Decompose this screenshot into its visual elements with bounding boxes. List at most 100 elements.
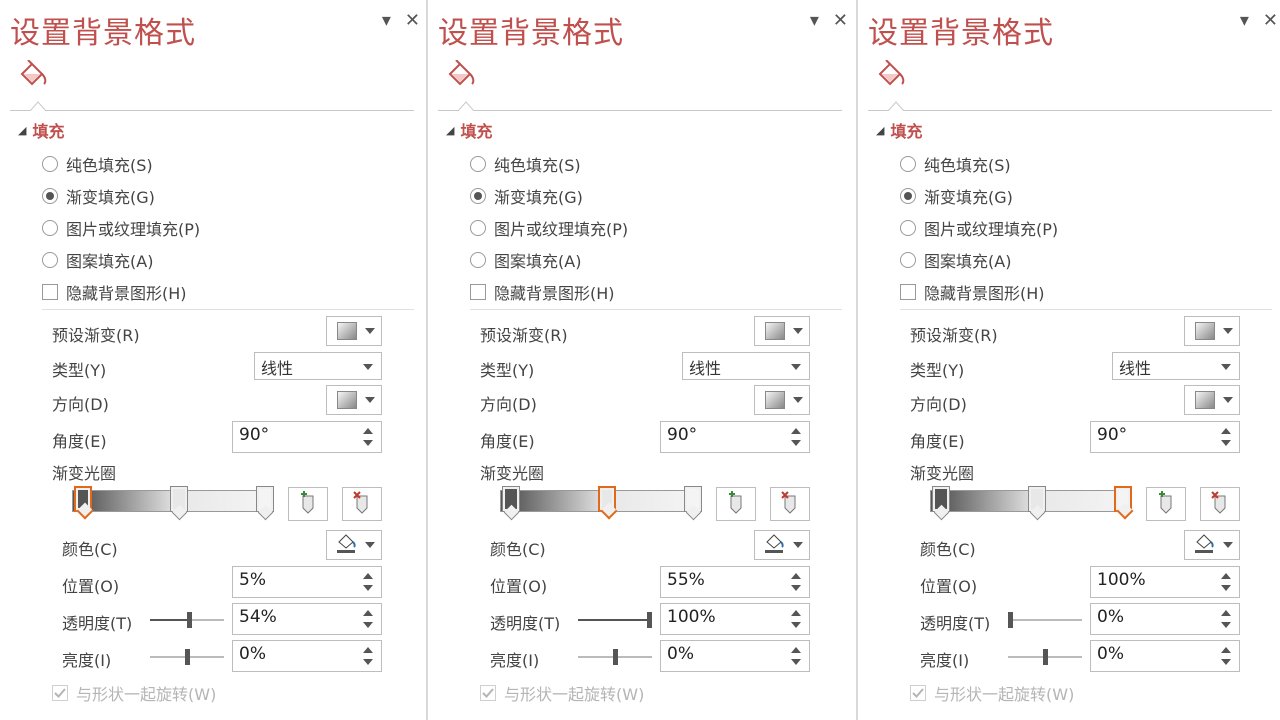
gradient-stop-handle[interactable] [598,486,616,512]
slider-thumb[interactable] [1008,612,1013,628]
collapse-triangle-icon[interactable]: ◢ [876,124,884,137]
color-picker-button[interactable] [754,530,810,560]
position-spinner[interactable]: 100% [1090,566,1240,598]
gradient-stops-bar[interactable] [492,486,702,520]
radio-button[interactable] [470,156,486,172]
spin-down-icon[interactable] [363,440,373,446]
preset-gradient-dropdown[interactable] [1184,316,1240,346]
hide-background-checkbox[interactable]: 隐藏背景图形(H) [900,280,1045,304]
direction-dropdown[interactable] [326,385,382,415]
paint-bucket-icon[interactable] [444,59,478,90]
collapse-triangle-icon[interactable]: ◢ [18,124,26,137]
chevron-down-icon[interactable]: ▾ [382,10,391,31]
spin-up-icon[interactable] [363,573,373,579]
paint-bucket-icon[interactable] [16,59,50,90]
radio-button[interactable] [470,188,486,204]
brightness-spinner[interactable]: 0% [660,640,810,672]
spin-down-icon[interactable] [1221,585,1231,591]
checkbox[interactable] [470,284,486,300]
direction-dropdown[interactable] [754,385,810,415]
radio-button[interactable] [42,156,58,172]
fill-option-radio[interactable]: 纯色填充(S) [470,152,581,176]
spin-down-icon[interactable] [791,622,801,628]
radio-button[interactable] [42,188,58,204]
spin-up-icon[interactable] [363,428,373,434]
chevron-down-icon[interactable]: ▾ [1240,10,1249,31]
fill-option-radio[interactable]: 图案填充(A) [42,248,153,272]
radio-button[interactable] [900,220,916,236]
color-picker-button[interactable] [1184,530,1240,560]
rotate-with-shape-checkbox[interactable]: 与形状一起旋转(W) [52,681,216,705]
fill-section-header[interactable]: ◢ 填充 [876,118,922,142]
spin-up-icon[interactable] [1221,610,1231,616]
checkbox[interactable] [910,685,926,701]
fill-option-radio[interactable]: 纯色填充(S) [42,152,153,176]
remove-gradient-stop-button[interactable] [770,487,810,521]
radio-button[interactable] [470,252,486,268]
position-spinner[interactable]: 55% [660,566,810,598]
fill-section-header[interactable]: ◢ 填充 [18,118,64,142]
checkbox[interactable] [42,284,58,300]
fill-option-radio[interactable]: 图片或纹理填充(P) [470,216,628,240]
collapse-triangle-icon[interactable]: ◢ [446,124,454,137]
brightness-spinner[interactable]: 0% [232,640,382,672]
color-picker-button[interactable] [326,530,382,560]
slider-thumb[interactable] [647,612,652,628]
fill-option-radio[interactable]: 渐变填充(G) [42,184,155,208]
radio-button[interactable] [900,188,916,204]
slider-thumb[interactable] [1043,649,1048,665]
brightness-spinner[interactable]: 0% [1090,640,1240,672]
close-icon[interactable]: ✕ [1263,10,1278,31]
remove-gradient-stop-button[interactable] [1200,487,1240,521]
spin-up-icon[interactable] [791,647,801,653]
spin-down-icon[interactable] [1221,659,1231,665]
transparency-spinner[interactable]: 54% [232,603,382,635]
spin-down-icon[interactable] [363,622,373,628]
spin-up-icon[interactable] [363,647,373,653]
fill-option-radio[interactable]: 图案填充(A) [470,248,581,272]
transparency-spinner[interactable]: 100% [660,603,810,635]
radio-button[interactable] [42,252,58,268]
type-select[interactable]: 线性 [254,352,382,380]
spin-down-icon[interactable] [363,659,373,665]
checkbox[interactable] [900,284,916,300]
transparency-slider[interactable] [578,612,652,628]
gradient-stop-handle[interactable] [684,486,702,512]
spin-down-icon[interactable] [1221,622,1231,628]
fill-option-radio[interactable]: 图片或纹理填充(P) [42,216,200,240]
close-icon[interactable]: ✕ [833,10,848,31]
gradient-stop-handle[interactable] [1114,486,1132,512]
fill-option-radio[interactable]: 渐变填充(G) [900,184,1013,208]
fill-option-radio[interactable]: 图片或纹理填充(P) [900,216,1058,240]
gradient-stop-handle[interactable] [170,486,188,512]
spin-up-icon[interactable] [1221,573,1231,579]
gradient-stops-bar[interactable] [64,486,274,520]
gradient-stop-handle[interactable] [1028,486,1046,512]
spin-up-icon[interactable] [791,573,801,579]
slider-thumb[interactable] [185,649,190,665]
gradient-stop-handle[interactable] [932,486,950,512]
brightness-slider[interactable] [1008,649,1082,665]
chevron-down-icon[interactable]: ▾ [810,10,819,31]
brightness-slider[interactable] [578,649,652,665]
spin-up-icon[interactable] [1221,428,1231,434]
transparency-slider[interactable] [150,612,224,628]
fill-option-radio[interactable]: 渐变填充(G) [470,184,583,208]
add-gradient-stop-button[interactable] [716,487,756,521]
spin-down-icon[interactable] [363,585,373,591]
checkbox[interactable] [52,685,68,701]
gradient-stop-handle[interactable] [74,486,92,512]
spin-up-icon[interactable] [791,428,801,434]
remove-gradient-stop-button[interactable] [342,487,382,521]
brightness-slider[interactable] [150,649,224,665]
radio-button[interactable] [42,220,58,236]
rotate-with-shape-checkbox[interactable]: 与形状一起旋转(W) [910,681,1074,705]
slider-thumb[interactable] [613,649,618,665]
fill-section-header[interactable]: ◢ 填充 [446,118,492,142]
gradient-stops-bar[interactable] [922,486,1132,520]
hide-background-checkbox[interactable]: 隐藏背景图形(H) [42,280,187,304]
preset-gradient-dropdown[interactable] [754,316,810,346]
type-select[interactable]: 线性 [1112,352,1240,380]
add-gradient-stop-button[interactable] [1146,487,1186,521]
spin-up-icon[interactable] [363,610,373,616]
